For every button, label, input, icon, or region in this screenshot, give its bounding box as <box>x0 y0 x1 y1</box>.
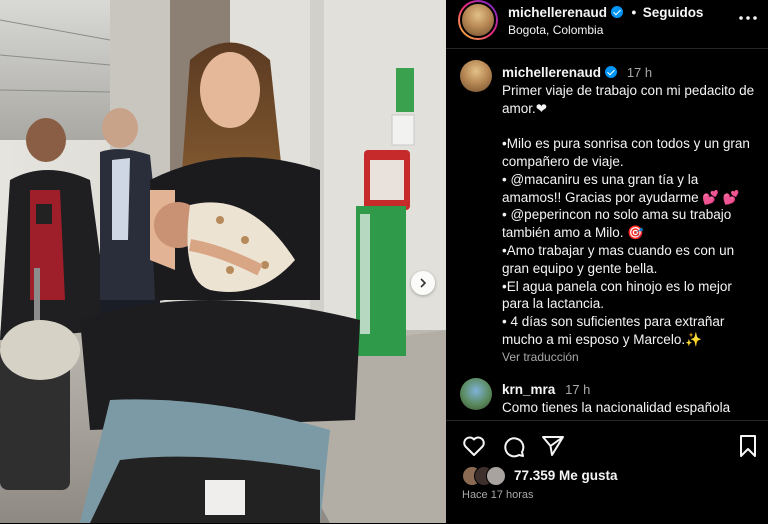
avatar[interactable] <box>460 2 496 38</box>
caption-line: • 4 días son suficientes para extrañar m… <box>502 314 725 347</box>
caption-username[interactable]: michellerenaud <box>502 65 601 80</box>
caption-line: •Amo trabajar y mas cuando es con un gra… <box>502 242 735 276</box>
post-time-ago[interactable]: Hace 17 horas <box>462 489 534 501</box>
see-translation-link[interactable]: Ver traducción <box>502 349 760 367</box>
caption-line: • @peperincon no solo ama su trabajo tam… <box>502 207 732 241</box>
likes-count[interactable]: 77.359 Me gusta <box>514 468 618 483</box>
caption: michellerenaud 17 h Primer viaje de trab… <box>502 64 760 367</box>
comment-username[interactable]: krn_mra <box>502 382 555 397</box>
caption-line <box>502 117 760 135</box>
location-link[interactable]: Bogota, Colombia <box>508 23 603 37</box>
caption-time[interactable]: 17 h <box>627 65 652 80</box>
username-link[interactable]: michellerenaud <box>508 5 607 20</box>
caption-line: •El agua panela con hinojo es lo mejor p… <box>502 278 732 312</box>
caption-line: •Milo es pura sonrisa con todos y un gra… <box>502 136 750 169</box>
photo-airport-scene <box>0 0 446 523</box>
likers-avatars[interactable] <box>462 466 512 486</box>
post-header: michellerenaud • Seguidos Bogota, Colomb… <box>446 0 768 49</box>
dot-separator: • <box>631 5 637 20</box>
comment-icon[interactable] <box>502 435 526 464</box>
verified-badge-icon <box>611 6 624 18</box>
chevron-right-icon <box>420 278 427 288</box>
heart-icon[interactable] <box>462 435 486 462</box>
follow-status-button[interactable]: Seguidos <box>643 5 704 20</box>
post-photo[interactable] <box>0 0 446 523</box>
comment-text: Como tienes la nacionalidad española <box>502 400 731 415</box>
caption-line: • @macaniru es una gran tía y la amamos!… <box>502 171 740 205</box>
send-icon[interactable] <box>541 434 565 463</box>
commenter-avatar[interactable] <box>460 378 492 410</box>
caption-avatar[interactable] <box>460 60 492 92</box>
post-details-panel: michellerenaud • Seguidos Bogota, Colomb… <box>446 0 768 524</box>
comment-time[interactable]: 17 h <box>565 382 590 397</box>
more-horizontal-icon[interactable] <box>738 10 758 26</box>
verified-badge-icon <box>605 66 618 78</box>
caption-line: Primer viaje de trabajo con mi pedacito … <box>502 82 755 116</box>
next-photo-button[interactable] <box>411 271 435 295</box>
bookmark-icon[interactable] <box>738 434 758 463</box>
